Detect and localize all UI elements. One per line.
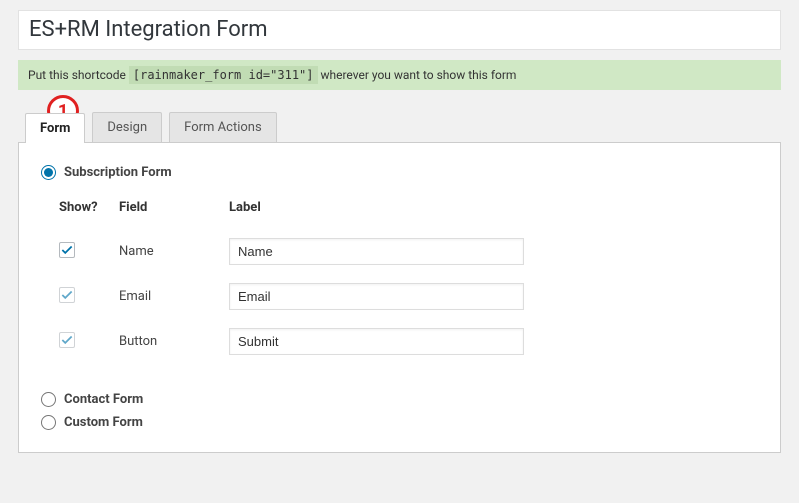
label-input-name[interactable] — [229, 238, 524, 265]
table-row: Email — [51, 274, 768, 319]
header-show: Show? — [51, 194, 111, 229]
radio-contact-label: Contact Form — [64, 392, 143, 407]
tab-design[interactable]: Design — [92, 112, 162, 142]
header-field: Field — [111, 194, 221, 229]
notice-suffix: wherever you want to show this form — [320, 68, 516, 82]
page-title-container: ES+RM Integration Form — [18, 10, 781, 50]
tab-form[interactable]: Form — [25, 113, 85, 143]
field-button: Button — [111, 319, 221, 364]
shortcode-notice: Put this shortcode [rainmaker_form id="3… — [18, 60, 781, 90]
option-contact-form[interactable]: Contact Form — [41, 392, 758, 407]
check-icon — [60, 333, 74, 347]
radio-custom[interactable] — [41, 415, 56, 430]
radio-subscription-label: Subscription Form — [64, 165, 172, 180]
table-row: Name — [51, 229, 768, 274]
label-input-button[interactable] — [229, 328, 524, 355]
header-label: Label — [221, 194, 768, 229]
option-custom-form[interactable]: Custom Form — [41, 415, 758, 430]
radio-subscription[interactable] — [41, 165, 56, 180]
radio-custom-label: Custom Form — [64, 415, 143, 430]
tab-form-actions[interactable]: Form Actions — [169, 112, 277, 142]
shortcode-code: [rainmaker_form id="311"] — [129, 66, 318, 84]
check-icon — [60, 243, 74, 257]
field-name: Name — [111, 229, 221, 274]
field-email: Email — [111, 274, 221, 319]
fields-table: Show? Field Label Name — [51, 194, 768, 364]
checkbox-show-button — [59, 332, 75, 348]
tab-bar: Form Design Form Actions — [18, 112, 781, 142]
option-subscription-form[interactable]: Subscription Form — [41, 165, 758, 180]
notice-prefix: Put this shortcode — [28, 68, 129, 82]
table-row: Button — [51, 319, 768, 364]
radio-contact[interactable] — [41, 392, 56, 407]
page-title: ES+RM Integration Form — [29, 17, 770, 43]
label-input-email[interactable] — [229, 283, 524, 310]
form-panel: Subscription Form Show? Field Label Name — [18, 142, 781, 453]
checkbox-show-email — [59, 287, 75, 303]
check-icon — [60, 288, 74, 302]
checkbox-show-name[interactable] — [59, 242, 75, 258]
